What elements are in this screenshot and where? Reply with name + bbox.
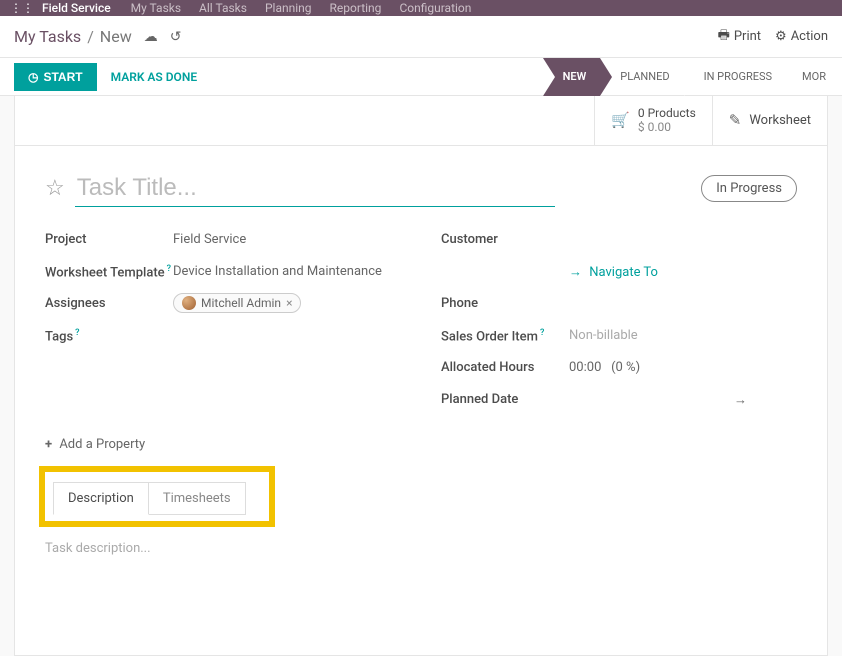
arrow-right-icon: → bbox=[569, 265, 582, 280]
help-icon[interactable]: ? bbox=[540, 328, 544, 338]
col-left: Project Field Service Worksheet Template… bbox=[45, 225, 401, 417]
value-project[interactable]: Field Service bbox=[173, 232, 401, 247]
start-button[interactable]: ◷ START bbox=[14, 63, 97, 91]
nav-planning[interactable]: Planning bbox=[265, 1, 312, 15]
label-assignees: Assignees bbox=[45, 296, 173, 311]
subheader: My Tasks / New ☁ ↺ 🖶 Print ⚙ Action bbox=[0, 16, 842, 58]
clock-icon: ◷ bbox=[28, 70, 38, 84]
action-button[interactable]: ⚙ Action bbox=[775, 29, 828, 44]
highlight-box: Description Timesheets bbox=[39, 466, 275, 527]
label-phone: Phone bbox=[441, 296, 569, 311]
help-icon[interactable]: ? bbox=[75, 328, 79, 338]
nav-configuration[interactable]: Configuration bbox=[399, 1, 471, 15]
gear-icon: ⚙ bbox=[775, 29, 787, 44]
tab-description[interactable]: Description bbox=[53, 482, 149, 515]
title-row: ☆ In Progress bbox=[45, 170, 797, 207]
pencil-icon: ✎ bbox=[729, 111, 742, 129]
cart-icon: 🛒 bbox=[611, 111, 630, 129]
action-label: Action bbox=[791, 29, 828, 44]
tab-timesheets[interactable]: Timesheets bbox=[148, 482, 246, 515]
stage-planned[interactable]: PLANNED bbox=[600, 58, 683, 96]
print-label: Print bbox=[734, 29, 761, 44]
label-sales-order-item: Sales Order Item? bbox=[441, 328, 569, 344]
value-sales-order-item[interactable]: Non-billable bbox=[569, 328, 797, 343]
start-label: START bbox=[43, 70, 82, 84]
stage-bar: NEW PLANNED IN PROGRESS MOR bbox=[543, 58, 842, 96]
form-sheet: 🛒 0 Products $ 0.00 ✎ Worksheet ☆ In Pro… bbox=[14, 96, 828, 656]
status-bar: ◷ START MARK AS DONE NEW PLANNED IN PROG… bbox=[0, 58, 842, 96]
products-button[interactable]: 🛒 0 Products $ 0.00 bbox=[594, 96, 712, 145]
products-amount: $ 0.00 bbox=[638, 120, 696, 134]
arrow-range-icon: → bbox=[734, 392, 747, 408]
label-tags: Tags? bbox=[45, 328, 173, 344]
breadcrumb: My Tasks / New ☁ ↺ bbox=[14, 27, 181, 46]
value-allocated-hours[interactable]: 00:00 (0 %) bbox=[569, 360, 797, 375]
task-title-input[interactable] bbox=[75, 170, 555, 207]
label-project: Project bbox=[45, 232, 173, 247]
stage-more[interactable]: MOR bbox=[786, 70, 842, 83]
navigate-to-link[interactable]: → Navigate To bbox=[569, 264, 797, 280]
nav-reporting[interactable]: Reporting bbox=[330, 1, 382, 15]
assignee-chip[interactable]: Mitchell Admin × bbox=[173, 293, 301, 313]
description-placeholder[interactable]: Task description... bbox=[45, 541, 797, 556]
star-icon[interactable]: ☆ bbox=[45, 176, 65, 201]
label-worksheet-template: Worksheet Template? bbox=[45, 264, 173, 280]
button-row: 🛒 0 Products $ 0.00 ✎ Worksheet bbox=[15, 96, 827, 146]
breadcrumb-root[interactable]: My Tasks bbox=[14, 27, 81, 46]
nav-my-tasks[interactable]: My Tasks bbox=[131, 1, 181, 15]
print-icon: 🖶 bbox=[718, 26, 730, 48]
stage-in-progress[interactable]: IN PROGRESS bbox=[684, 58, 786, 96]
add-property-button[interactable]: + Add a Property bbox=[45, 437, 797, 452]
label-customer: Customer bbox=[441, 232, 569, 247]
value-worksheet-template[interactable]: Device Installation and Maintenance bbox=[173, 264, 401, 279]
breadcrumb-current: New bbox=[100, 27, 132, 46]
status-pill[interactable]: In Progress bbox=[701, 175, 797, 202]
mark-done-button[interactable]: MARK AS DONE bbox=[111, 70, 198, 84]
print-button[interactable]: 🖶 Print bbox=[718, 26, 761, 48]
tabs: Description Timesheets bbox=[53, 482, 245, 515]
col-right: Customer → Navigate To Phone Sales bbox=[441, 225, 797, 417]
cloud-upload-icon[interactable]: ☁ bbox=[144, 29, 158, 45]
assignee-name: Mitchell Admin bbox=[201, 296, 281, 310]
breadcrumb-sep: / bbox=[87, 27, 94, 46]
value-assignees[interactable]: Mitchell Admin × bbox=[173, 293, 401, 314]
discard-icon[interactable]: ↺ bbox=[170, 29, 182, 45]
plus-icon: + bbox=[45, 437, 52, 452]
form-body: ☆ In Progress Project Field Service Work… bbox=[15, 146, 827, 580]
help-icon[interactable]: ? bbox=[167, 264, 171, 274]
avatar bbox=[182, 296, 196, 310]
worksheet-button[interactable]: ✎ Worksheet bbox=[712, 96, 827, 145]
stage-new[interactable]: NEW bbox=[543, 58, 601, 96]
label-allocated-hours: Allocated Hours bbox=[441, 360, 569, 375]
nav-all-tasks[interactable]: All Tasks bbox=[199, 1, 247, 15]
worksheet-label: Worksheet bbox=[749, 113, 811, 128]
apps-icon[interactable]: ⋮⋮ bbox=[10, 1, 34, 15]
brand[interactable]: Field Service bbox=[42, 1, 111, 15]
remove-chip-icon[interactable]: × bbox=[286, 296, 292, 310]
top-nav: ⋮⋮ Field Service My Tasks All Tasks Plan… bbox=[0, 0, 842, 16]
label-planned-date: Planned Date bbox=[441, 392, 569, 407]
fields: Project Field Service Worksheet Template… bbox=[45, 225, 797, 417]
products-count: 0 Products bbox=[638, 106, 696, 120]
